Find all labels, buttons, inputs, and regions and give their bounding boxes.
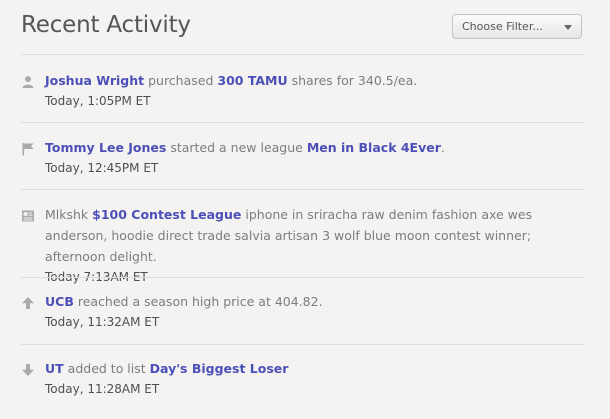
activity-text: shares for 340.5/ea. [287, 73, 418, 88]
divider [21, 277, 585, 278]
person-icon [22, 76, 34, 88]
flag-icon [22, 143, 34, 156]
user-link[interactable]: Tommy Lee Jones [45, 140, 166, 155]
chevron-down-icon [564, 25, 572, 30]
activity-text: added to list [63, 361, 150, 376]
stock-link[interactable]: UT [45, 361, 64, 376]
activity-timestamp: Today, 11:32AM ET [45, 315, 160, 329]
activity-timestamp: Today, 1:05PM ET [45, 94, 151, 108]
recent-activity-panel: Recent Activity Choose Filter... Joshua … [0, 0, 610, 419]
divider [21, 344, 585, 345]
activity-text: purchased [144, 73, 218, 88]
activity-text: . [440, 140, 445, 155]
activity-text: Mlkshk [45, 207, 93, 222]
page-title: Recent Activity [21, 12, 191, 38]
stock-link[interactable]: 300 TAMU [217, 73, 287, 88]
news-icon [22, 210, 34, 222]
league-link[interactable]: $100 Contest League [92, 207, 241, 222]
stock-link[interactable]: UCB [45, 294, 74, 309]
arrow-down-icon [22, 364, 34, 376]
divider [21, 189, 585, 190]
filter-dropdown[interactable]: Choose Filter... [452, 14, 582, 39]
divider [21, 122, 585, 123]
filter-dropdown-label: Choose Filter... [462, 20, 543, 33]
divider [21, 54, 585, 55]
activity-text: reached a season high price at 404.82. [73, 294, 323, 309]
activity-timestamp: Today, 11:28AM ET [45, 382, 160, 396]
user-link[interactable]: Joshua Wright [45, 73, 144, 88]
league-link[interactable]: Men in Black 4Ever [307, 140, 441, 155]
arrow-up-icon [22, 297, 34, 309]
activity-text: started a new league [166, 140, 307, 155]
activity-timestamp: Today, 12:45PM ET [45, 161, 159, 175]
list-link[interactable]: Day's Biggest Loser [150, 361, 289, 376]
panel-header: Recent Activity Choose Filter... [21, 0, 585, 54]
